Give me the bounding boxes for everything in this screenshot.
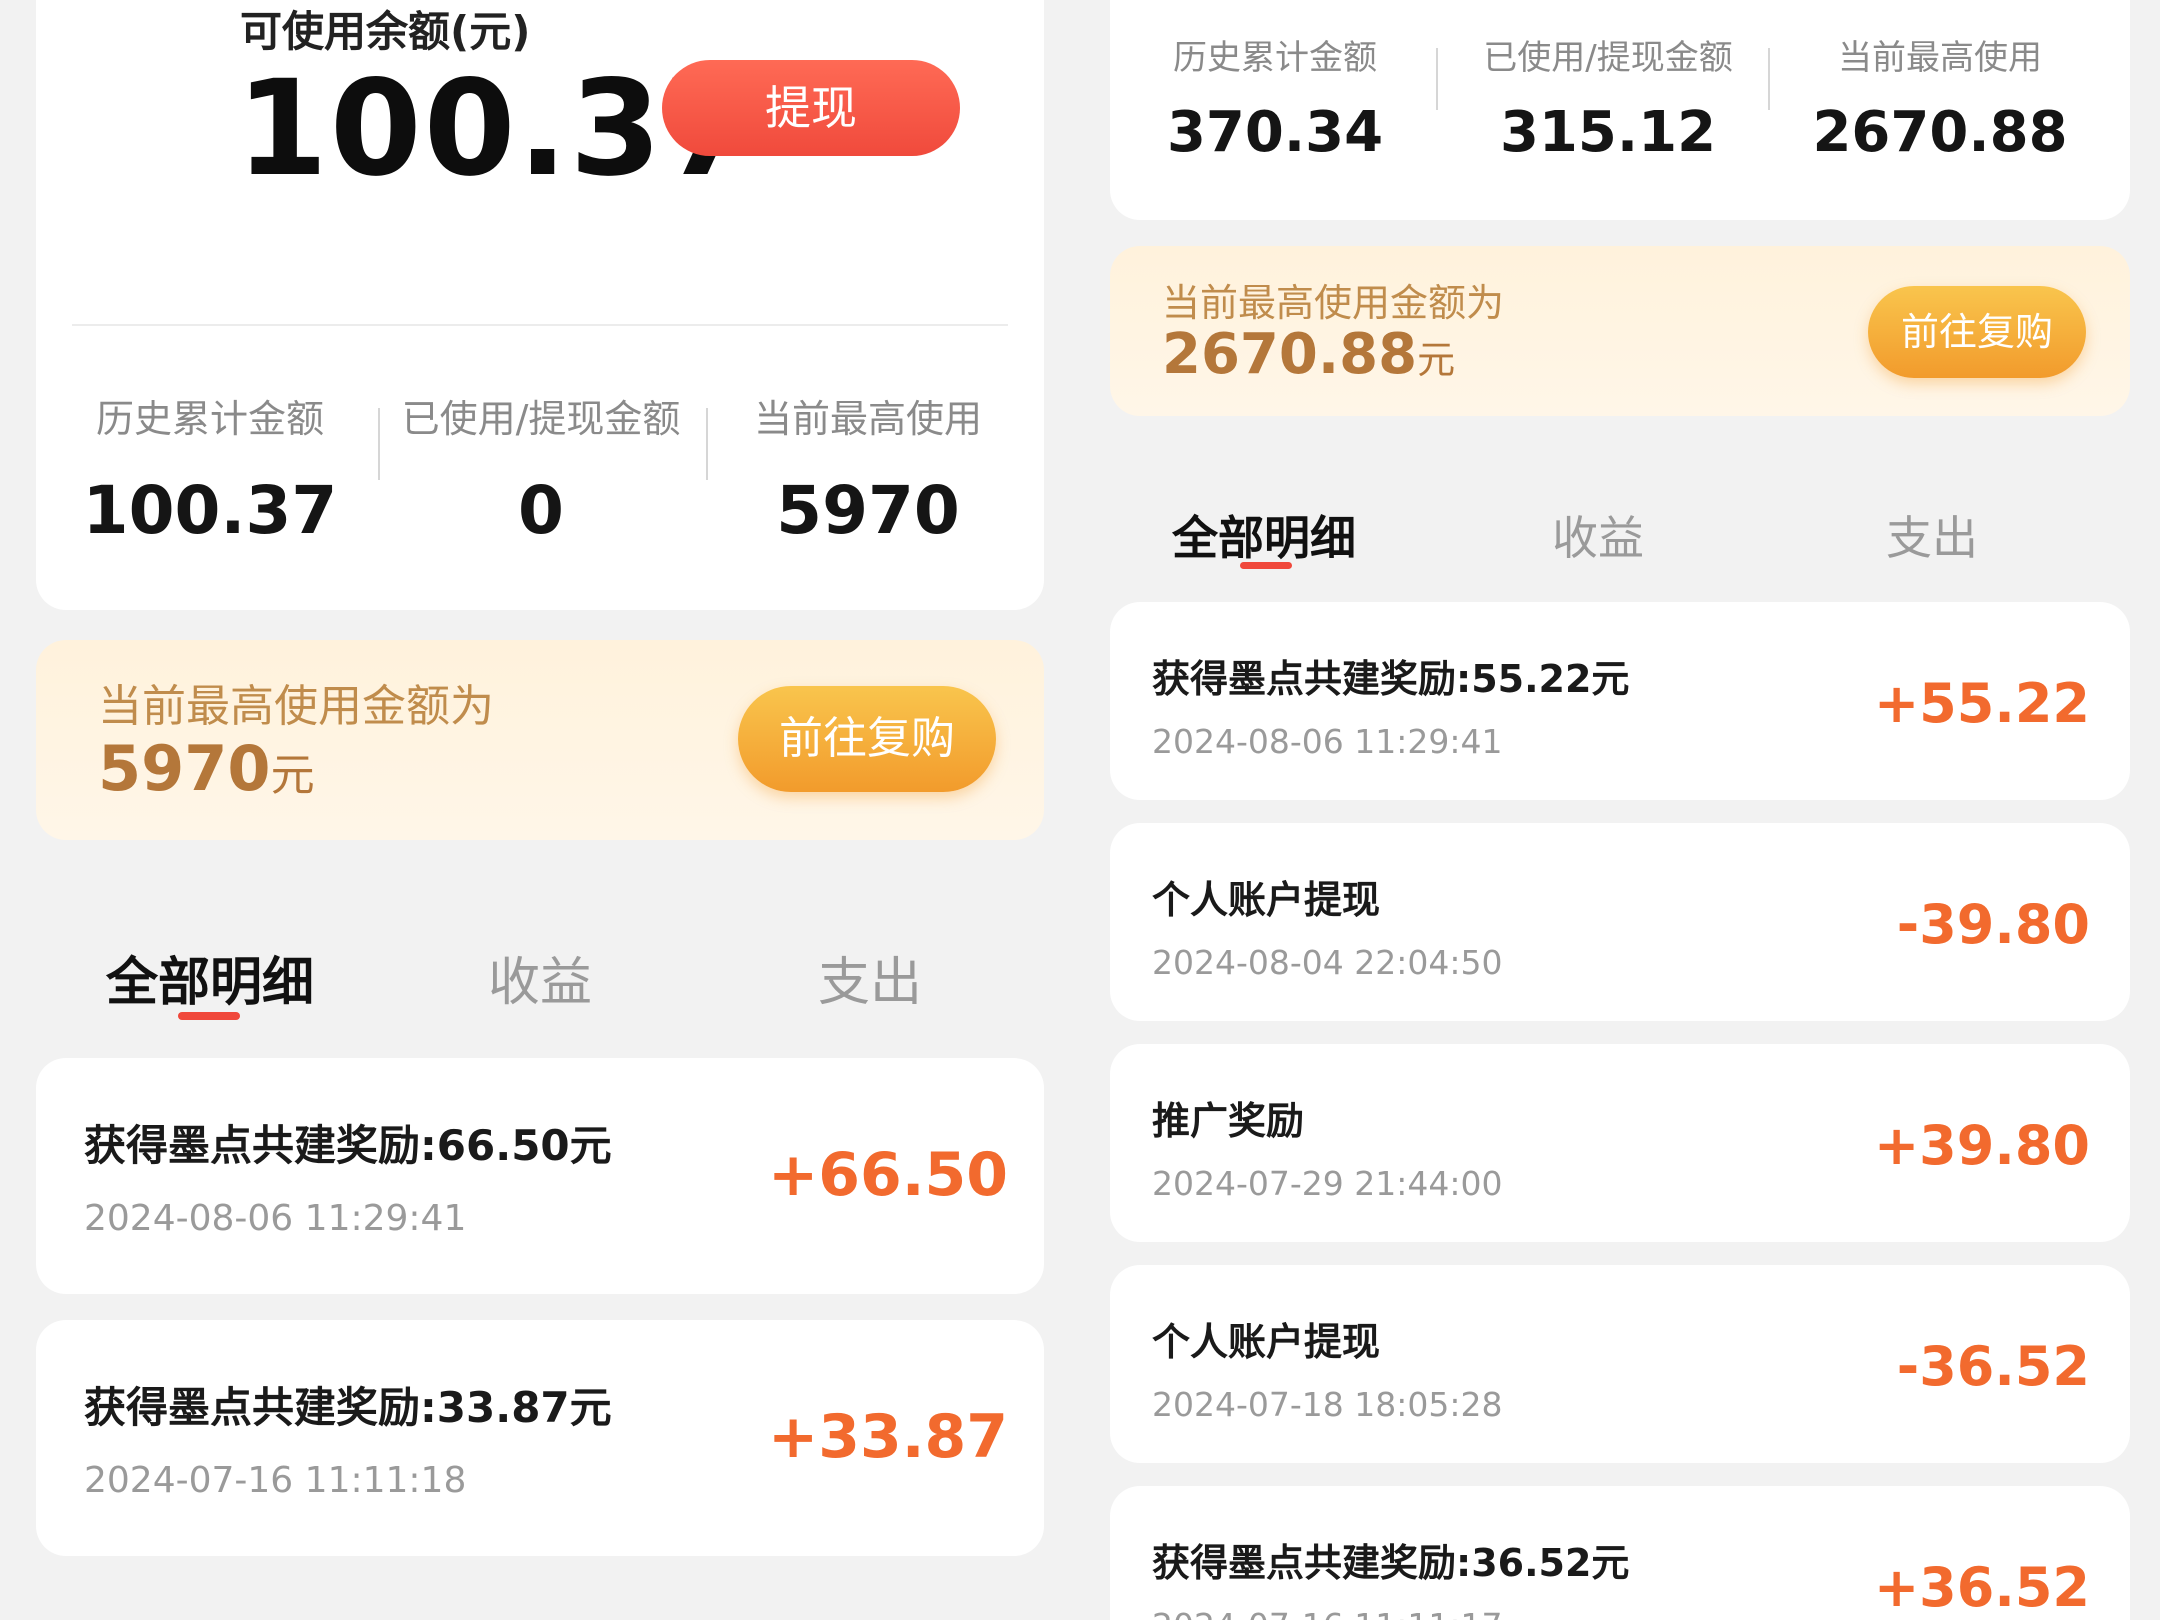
transaction-title: 获得墨点共建奖励:33.87元: [84, 1383, 612, 1432]
transaction-row[interactable]: 个人账户提现 2024-07-18 18:05:28 -36.52: [1110, 1265, 2130, 1463]
transaction-amount: -39.80: [1896, 893, 2090, 956]
transaction-time: 2024-08-06 11:29:41: [1152, 722, 1503, 761]
promo-label: 当前最高使用金额为: [98, 681, 494, 732]
tab-income[interactable]: 收益: [390, 940, 690, 1015]
transaction-title: 个人账户提现: [1152, 1320, 1381, 1364]
transaction-time: 2024-08-06 11:29:41: [84, 1198, 467, 1239]
repurchase-button[interactable]: 前往复购: [738, 686, 996, 792]
transaction-amount: +36.52: [1873, 1556, 2090, 1619]
divider: [72, 324, 1008, 326]
tab-active-indicator: [178, 1012, 240, 1020]
transaction-title: 获得墨点共建奖励:66.50元: [84, 1121, 612, 1170]
stat-label-used: 已使用/提现金额: [401, 397, 681, 441]
tab-expense[interactable]: 支出: [720, 940, 1020, 1015]
stat-label-max: 当前最高使用: [1838, 38, 2042, 78]
tab-income[interactable]: 收益: [1448, 502, 1748, 568]
right-wallet-panel: 历史累计金额 370.34 已使用/提现金额 315.12 当前最高使用 267…: [1080, 0, 2160, 1620]
repurchase-button[interactable]: 前往复购: [1868, 286, 2086, 378]
transaction-time: 2024-07-16 11:11:17: [1152, 1606, 1502, 1620]
promo-label: 当前最高使用金额为: [1162, 281, 1505, 325]
promo-amount: 2670.88: [1162, 322, 1418, 387]
balance-label: 可使用余额(元): [240, 7, 531, 56]
stats-card: 历史累计金额 370.34 已使用/提现金额 315.12 当前最高使用 267…: [1110, 0, 2130, 220]
transaction-title: 个人账户提现: [1152, 878, 1381, 922]
transaction-time: 2024-07-18 18:05:28: [1152, 1385, 1503, 1424]
stat-value-total: 100.37: [82, 472, 338, 549]
stat-value-total: 370.34: [1166, 100, 1384, 165]
transaction-row[interactable]: 推广奖励 2024-07-29 21:44:00 +39.80: [1110, 1044, 2130, 1242]
transaction-title: 获得墨点共建奖励:55.22元: [1152, 657, 1630, 701]
transaction-time: 2024-07-16 11:11:18: [84, 1460, 467, 1501]
promo-banner: 当前最高使用金额为 2670.88元 前往复购: [1110, 246, 2130, 416]
promo-unit: 元: [1417, 338, 1456, 382]
stat-label-total: 历史累计金额: [1173, 38, 1377, 78]
transaction-row[interactable]: 获得墨点共建奖励:55.22元 2024-08-06 11:29:41 +55.…: [1110, 602, 2130, 800]
transaction-amount: +33.87: [767, 1402, 1008, 1472]
stat-value-used: 0: [518, 472, 564, 549]
left-wallet-panel: 可使用余额(元) 100.37 提现 历史累计金额 100.37 已使用/提现金…: [0, 0, 1080, 1620]
transaction-row[interactable]: 获得墨点共建奖励:33.87元 2024-07-16 11:11:18 +33.…: [36, 1320, 1044, 1556]
transaction-row[interactable]: 个人账户提现 2024-08-04 22:04:50 -39.80: [1110, 823, 2130, 1021]
transaction-amount: +55.22: [1873, 672, 2090, 735]
stat-value-max: 2670.88: [1812, 100, 2068, 165]
tab-all-details[interactable]: 全部明细: [1114, 502, 1414, 568]
stat-value-used: 315.12: [1499, 100, 1717, 165]
stat-value-max: 5970: [776, 472, 960, 549]
transaction-title: 推广奖励: [1152, 1099, 1305, 1143]
transaction-time: 2024-07-29 21:44:00: [1152, 1164, 1503, 1203]
stat-label-used: 已使用/提现金额: [1483, 38, 1733, 78]
transaction-amount: -36.52: [1896, 1335, 2090, 1398]
tab-expense[interactable]: 支出: [1782, 502, 2082, 568]
tab-active-indicator: [1240, 562, 1292, 569]
promo-value: 2670.88元: [1162, 322, 1455, 387]
transaction-amount: +39.80: [1873, 1114, 2090, 1177]
transaction-row[interactable]: 获得墨点共建奖励:66.50元 2024-08-06 11:29:41 +66.…: [36, 1058, 1044, 1294]
stat-separator: [1768, 48, 1770, 110]
transaction-amount: +66.50: [767, 1140, 1008, 1210]
promo-banner: 当前最高使用金额为 5970元 前往复购: [36, 640, 1044, 840]
transaction-time: 2024-08-04 22:04:50: [1152, 943, 1503, 982]
withdraw-button[interactable]: 提现: [662, 60, 960, 156]
balance-card: 可使用余额(元) 100.37 提现 历史累计金额 100.37 已使用/提现金…: [36, 0, 1044, 610]
transaction-title: 获得墨点共建奖励:36.52元: [1152, 1541, 1630, 1585]
promo-value: 5970元: [98, 732, 315, 805]
transaction-row[interactable]: 获得墨点共建奖励:36.52元 2024-07-16 11:11:17 +36.…: [1110, 1486, 2130, 1620]
promo-unit: 元: [270, 750, 315, 801]
promo-amount: 5970: [98, 732, 271, 805]
stat-label-max: 当前最高使用: [753, 397, 982, 441]
tab-all-details[interactable]: 全部明细: [60, 940, 360, 1015]
stat-label-total: 历史累计金额: [95, 397, 324, 441]
stat-separator: [1436, 48, 1438, 110]
